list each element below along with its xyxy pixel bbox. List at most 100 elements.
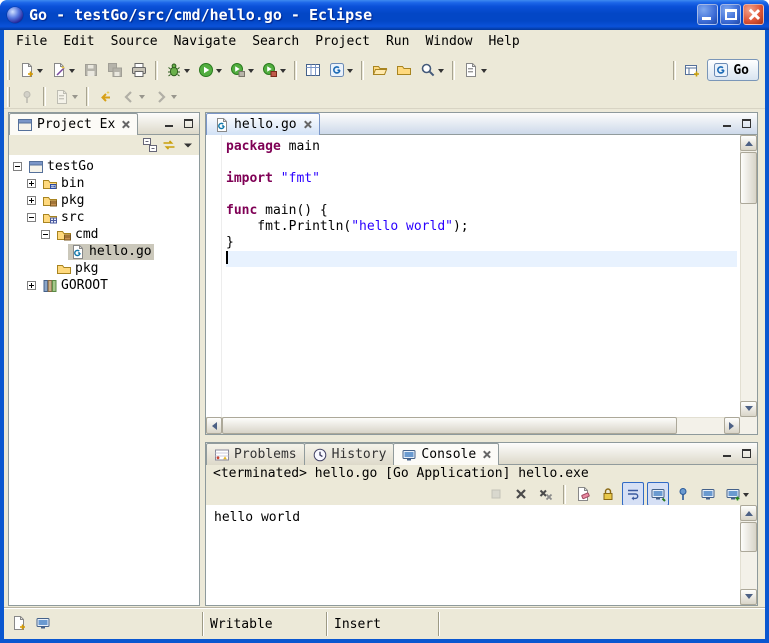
- maximize-view-button[interactable]: [738, 116, 754, 131]
- scrollbar-thumb[interactable]: [740, 522, 757, 552]
- save-all-button[interactable]: [104, 58, 126, 82]
- code-line[interactable]: fmt.Println("hello world");: [226, 219, 737, 235]
- display-selected-console-button[interactable]: [697, 482, 719, 506]
- collapse-toggle-icon[interactable]: [27, 213, 36, 222]
- minimize-view-button[interactable]: [719, 116, 735, 131]
- code-line[interactable]: [226, 155, 737, 171]
- print-button[interactable]: [128, 58, 150, 82]
- collapse-toggle-icon[interactable]: [41, 230, 50, 239]
- code-area[interactable]: package main import "fmt" func main() { fm…: [226, 139, 737, 267]
- collapse-all-button[interactable]: [141, 136, 159, 154]
- close-tab-icon[interactable]: [303, 120, 312, 129]
- menu-source[interactable]: Source: [103, 30, 166, 53]
- show-console-on-output-button[interactable]: [647, 482, 669, 506]
- tree-item-pkg[interactable]: pkg: [9, 260, 199, 277]
- expand-toggle-icon[interactable]: [27, 281, 36, 290]
- tree-item-goroot[interactable]: GOROOT: [9, 277, 199, 294]
- open-resource-button[interactable]: [393, 58, 415, 82]
- code-line[interactable]: [226, 187, 737, 203]
- remove-all-launches-button[interactable]: [535, 482, 557, 506]
- tree-item-hello-go[interactable]: hello.go: [9, 243, 199, 260]
- tab-problems[interactable]: Problems: [206, 443, 305, 465]
- vertical-scrollbar[interactable]: [740, 505, 757, 605]
- close-tab-icon[interactable]: [121, 120, 130, 129]
- new-wizard-button[interactable]: [16, 58, 46, 82]
- minimize-view-button[interactable]: [719, 446, 735, 461]
- last-edit-location-button[interactable]: [94, 85, 116, 109]
- new-go-project-button[interactable]: [302, 58, 324, 82]
- minimize-view-button[interactable]: [161, 116, 177, 131]
- run-last-launched-button[interactable]: [227, 58, 257, 82]
- menu-search[interactable]: Search: [244, 30, 307, 53]
- go-tools-button[interactable]: [326, 58, 356, 82]
- dropdown-arrow-icon[interactable]: [438, 69, 444, 76]
- dropdown-arrow-icon[interactable]: [171, 95, 177, 102]
- debug-button[interactable]: [163, 58, 193, 82]
- editor-trim-button[interactable]: [10, 614, 28, 632]
- horizontal-scrollbar[interactable]: [206, 417, 740, 434]
- dropdown-arrow-icon[interactable]: [248, 69, 254, 76]
- run-button[interactable]: [195, 58, 225, 82]
- forward-button[interactable]: [150, 85, 180, 109]
- close-button[interactable]: [743, 4, 764, 25]
- menu-run[interactable]: Run: [378, 30, 417, 53]
- dropdown-arrow-icon[interactable]: [347, 69, 353, 76]
- code-line[interactable]: import "fmt": [226, 171, 737, 187]
- pin-editor-button[interactable]: [16, 85, 38, 109]
- dropdown-arrow-icon[interactable]: [37, 69, 43, 76]
- open-console-button[interactable]: [722, 482, 752, 506]
- dropdown-arrow-icon[interactable]: [72, 95, 78, 102]
- collapse-toggle-icon[interactable]: [13, 162, 22, 171]
- view-menu-button[interactable]: [179, 136, 197, 154]
- pin-console-button[interactable]: [672, 482, 694, 506]
- console-output[interactable]: hello world: [206, 505, 757, 605]
- vertical-scrollbar[interactable]: [740, 135, 757, 417]
- tab-hello-go[interactable]: hello.go: [206, 113, 320, 135]
- open-perspective-button[interactable]: [681, 58, 703, 82]
- external-tools-button[interactable]: [259, 58, 289, 82]
- minimize-button[interactable]: [697, 4, 718, 25]
- remove-launch-button[interactable]: [510, 482, 532, 506]
- code-line[interactable]: package main: [226, 139, 737, 155]
- dropdown-arrow-icon[interactable]: [184, 69, 190, 76]
- annotation-ruler[interactable]: [206, 135, 222, 417]
- next-annotation-button[interactable]: [51, 85, 81, 109]
- go-perspective-button[interactable]: Go: [707, 59, 759, 81]
- dropdown-arrow-icon[interactable]: [481, 69, 487, 76]
- back-button[interactable]: [118, 85, 148, 109]
- tree-item-testgo[interactable]: testGo: [9, 158, 199, 175]
- menu-edit[interactable]: Edit: [55, 30, 102, 53]
- titlebar[interactable]: Go - testGo/src/cmd/hello.go - Eclipse: [0, 0, 769, 30]
- maximize-button[interactable]: [720, 4, 741, 25]
- scroll-down-button[interactable]: [740, 401, 757, 417]
- menu-project[interactable]: Project: [307, 30, 378, 53]
- tab-project-explorer[interactable]: Project Ex: [9, 113, 138, 135]
- horizontal-sash[interactable]: [205, 435, 758, 442]
- code-line[interactable]: [226, 251, 737, 267]
- open-folder-button[interactable]: [369, 58, 391, 82]
- scroll-up-button[interactable]: [740, 135, 757, 151]
- maximize-view-button[interactable]: [738, 446, 754, 461]
- scroll-right-button[interactable]: [724, 417, 740, 434]
- menu-window[interactable]: Window: [417, 30, 480, 53]
- dropdown-arrow-icon[interactable]: [139, 95, 145, 102]
- dropdown-arrow-icon[interactable]: [743, 493, 749, 500]
- new-go-element-button[interactable]: [48, 58, 78, 82]
- scrollbar-thumb[interactable]: [740, 152, 757, 204]
- scroll-up-button[interactable]: [740, 505, 757, 521]
- word-wrap-button[interactable]: [622, 482, 644, 506]
- maximize-view-button[interactable]: [180, 116, 196, 131]
- menu-navigate[interactable]: Navigate: [166, 30, 245, 53]
- scrollbar-thumb[interactable]: [222, 417, 677, 434]
- vertical-sash[interactable]: [200, 112, 205, 606]
- dropdown-arrow-icon[interactable]: [216, 69, 222, 76]
- tree-item-pkg[interactable]: pkg: [9, 192, 199, 209]
- tree-item-src[interactable]: src: [9, 209, 199, 226]
- tab-console[interactable]: Console: [393, 443, 499, 465]
- tree-item-cmd[interactable]: cmd: [9, 226, 199, 243]
- dropdown-arrow-icon[interactable]: [280, 69, 286, 76]
- code-line[interactable]: }: [226, 235, 737, 251]
- expand-toggle-icon[interactable]: [27, 196, 36, 205]
- code-line[interactable]: func main() {: [226, 203, 737, 219]
- expand-toggle-icon[interactable]: [27, 179, 36, 188]
